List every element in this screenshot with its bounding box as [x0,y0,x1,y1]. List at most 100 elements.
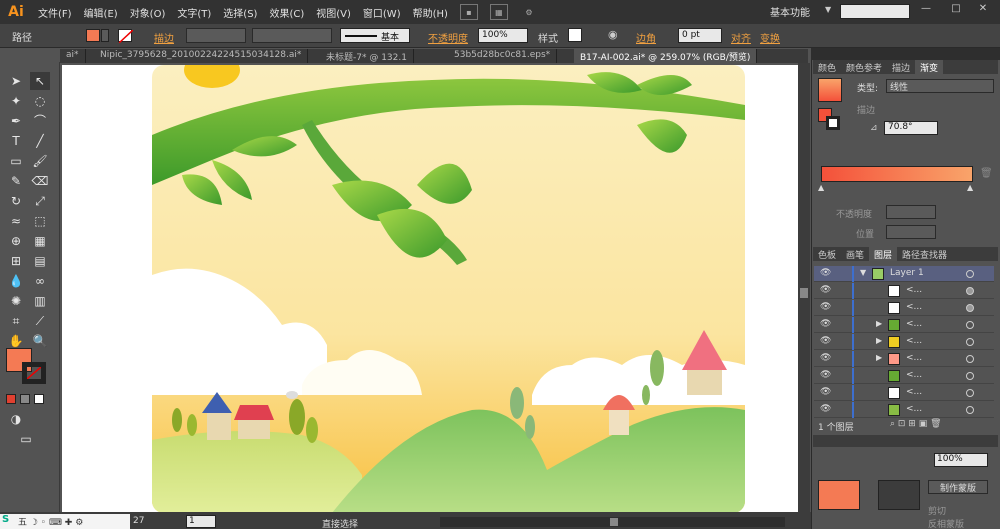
draw-mode-icon[interactable]: ◑ [6,410,26,428]
expand-triangle-icon[interactable]: ▶ [876,336,882,345]
tab-doc-active[interactable]: B17-AI-002.ai* @ 259.07% (RGB/预览) [574,49,758,63]
gradient-slider[interactable] [821,166,973,182]
gradient-stroke-small-icon[interactable] [826,116,840,130]
lasso-tool-icon[interactable]: ◌ [30,92,50,110]
symbol-sprayer-tool-icon[interactable]: ✺ [6,292,26,310]
blend-tool-icon[interactable]: ∞ [30,272,50,290]
bridge-icon[interactable]: ▪ [459,4,478,20]
visibility-eye-icon[interactable]: 👁 [820,387,831,397]
tab-color[interactable]: 颜色 [813,60,841,74]
menu-edit[interactable]: 编辑(E) [78,5,124,20]
tab-doc-2[interactable]: Nipic_3795628_20100224224515034128.ai* [94,49,309,63]
opacity-label[interactable]: 不透明度 [428,30,468,45]
transparency-opacity-field[interactable]: 100% [934,453,988,467]
artboard-tool-icon[interactable]: ⌗ [6,312,26,330]
close-button[interactable]: ✕ [972,3,994,19]
ime-toolbar[interactable]: S 五 ☽ ◦ ⌨ ✚ ⚙ [0,514,130,529]
align-link[interactable]: 对齐 [731,30,751,45]
target-circle-icon[interactable] [966,270,974,278]
perspective-grid-tool-icon[interactable]: ▦ [30,232,50,250]
menu-window[interactable]: 窗口(W) [357,5,407,20]
sublayer-name[interactable]: <... [906,302,922,312]
layer-row[interactable]: 👁 <... [814,402,994,418]
magic-wand-tool-icon[interactable]: ✦ [6,92,26,110]
arrange-documents-icon[interactable]: ▦ [489,4,508,20]
stop-opacity-field[interactable] [886,205,936,219]
expand-triangle-icon[interactable]: ▼ [860,268,866,277]
tab-doc-1[interactable]: ai* [60,49,86,63]
menu-help[interactable]: 帮助(H) [407,5,454,20]
corner-label[interactable]: 边角 [636,30,656,45]
mesh-tool-icon[interactable]: ⊞ [6,252,26,270]
layer-row[interactable]: 👁 <... [814,283,994,299]
column-graph-tool-icon[interactable]: ▥ [30,292,50,310]
visibility-eye-icon[interactable]: 👁 [820,302,831,312]
visibility-eye-icon[interactable]: 👁 [820,285,831,295]
zoom-tool-icon[interactable]: 🔍 [30,332,50,350]
menu-object[interactable]: 对象(O) [124,5,172,20]
target-circle-icon[interactable] [966,389,974,397]
layer-row[interactable]: 👁 <... [814,385,994,401]
pen-tool-icon[interactable]: ✒ [6,112,26,130]
stroke-swatch[interactable] [118,29,134,44]
rectangle-tool-icon[interactable]: ▭ [6,152,26,170]
visibility-eye-icon[interactable]: 👁 [820,404,831,414]
tab-pathfinder[interactable]: 路径查找器 [897,247,952,261]
workspace-dropdown-arrow[interactable]: ▼ [825,5,831,14]
vertical-scrollbar[interactable] [798,63,810,516]
screen-mode-icon[interactable]: ▭ [16,430,36,448]
variable-width-dropdown[interactable] [252,28,332,43]
type-tool-icon[interactable]: T [6,132,26,150]
target-circle-icon[interactable] [966,355,974,363]
target-circle-icon[interactable] [966,406,974,414]
eraser-tool-icon[interactable]: ⌫ [30,172,50,190]
clip-checkbox[interactable]: 剪切 [928,504,946,517]
tab-doc-4[interactable]: 53b5d28bc0c81.eps* [448,49,558,63]
visibility-eye-icon[interactable]: 👁 [820,336,831,346]
sublayer-name[interactable]: <... [906,336,922,346]
fill-dropdown[interactable] [101,29,109,42]
recolor-icon[interactable]: ◉ [608,28,618,41]
transform-link[interactable]: 变换 [760,30,780,45]
illustration-artwork[interactable] [152,65,745,513]
delete-stop-icon[interactable]: 🗑 [980,168,993,179]
menu-type[interactable]: 文字(T) [171,5,217,20]
gradient-angle-field[interactable]: 70.8° [884,121,938,135]
tab-doc-3[interactable]: 未标题-7* @ 132.1 [320,49,414,63]
target-circle-icon[interactable] [966,287,974,295]
gpu-icon[interactable]: ⚙ [520,4,538,20]
curvature-tool-icon[interactable]: ⌒ [30,112,50,130]
warp-tool-icon[interactable]: ≈ [6,212,26,230]
sublayer-name[interactable]: <... [906,404,922,414]
gradient-preview-swatch[interactable] [818,78,842,102]
gradient-mode-icon[interactable] [20,394,30,404]
target-circle-icon[interactable] [966,304,974,312]
layer-row[interactable]: 👁 ▶ <... [814,334,994,350]
corner-radius-field[interactable]: 0 pt [678,28,722,43]
sublayer-name[interactable]: <... [906,353,922,363]
stroke-weight-dropdown[interactable] [186,28,246,43]
direct-selection-tool-icon[interactable]: ↖ [30,72,50,90]
layer-name[interactable]: Layer 1 [890,268,924,278]
layer-row[interactable]: 👁 ▶ <... [814,317,994,333]
invert-mask-checkbox[interactable]: 反相蒙版 [928,517,964,529]
sublayer-name[interactable]: <... [906,370,922,380]
target-circle-icon[interactable] [966,338,974,346]
none-mode-icon[interactable] [34,394,44,404]
pencil-tool-icon[interactable]: ✎ [6,172,26,190]
graphic-style-swatch[interactable] [568,28,582,42]
gradient-stop-right[interactable]: ▲ [967,183,973,192]
stroke-label[interactable]: 描边 [154,30,174,45]
tab-gradient[interactable]: 渐变 [915,60,944,74]
selection-tool-icon[interactable]: ➤ [6,72,26,90]
tab-color-guide[interactable]: 颜色参考 [841,60,887,74]
tab-brushes[interactable]: 画笔 [841,247,869,261]
sublayer-name[interactable]: <... [906,285,922,295]
menu-view[interactable]: 视图(V) [310,5,357,20]
paintbrush-tool-icon[interactable]: 🖌 [30,152,50,170]
minimize-button[interactable]: — [915,3,937,19]
gradient-type-dropdown[interactable]: 线性 [886,79,994,93]
horizontal-scrollbar[interactable] [440,517,785,527]
gradient-tool-icon[interactable]: ▤ [30,252,50,270]
eyedropper-tool-icon[interactable]: 💧 [6,272,26,290]
